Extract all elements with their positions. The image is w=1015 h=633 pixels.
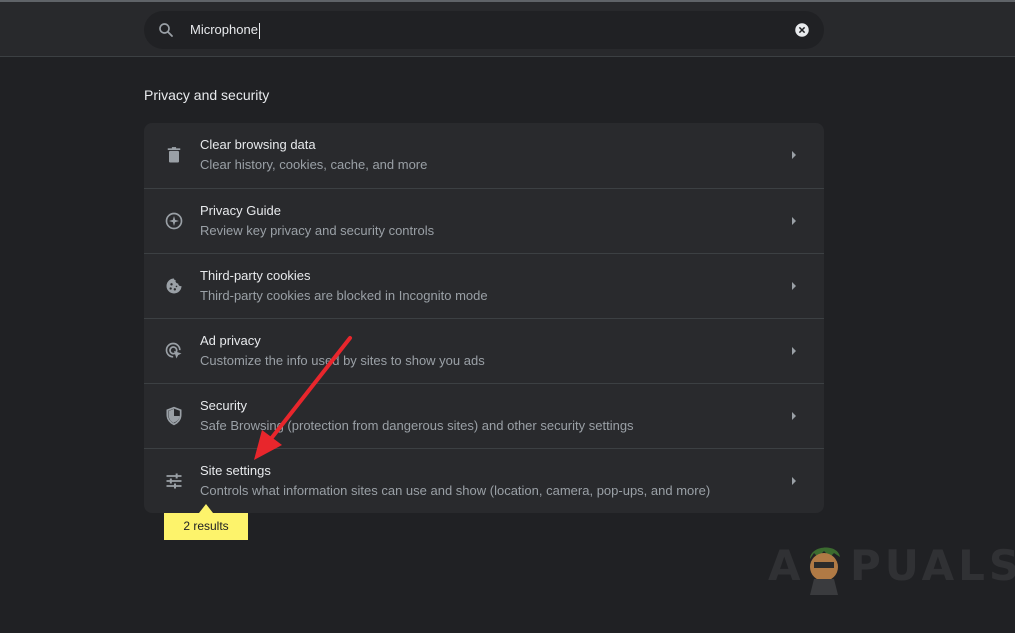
row-subtitle: Safe Browsing (protection from dangerous… [200,418,634,433]
trash-icon [167,147,181,163]
shield-icon [166,406,182,426]
row-title: Privacy Guide [200,203,281,218]
row-subtitle: Third-party cookies are blocked in Incog… [200,288,488,303]
chevron-right-icon [792,217,796,225]
chevron-right-icon [792,412,796,420]
chevron-right-icon [792,151,796,159]
row-title: Third-party cookies [200,268,311,283]
search-input-value: Microphone [190,22,258,37]
row-subtitle: Customize the info used by sites to show… [200,353,485,368]
watermark-mascot-icon [810,547,840,595]
watermark-letters-puals: PUALS [850,541,1015,590]
settings-row-privacy-guide[interactable]: Privacy Guide Review key privacy and sec… [144,188,824,253]
row-title: Ad privacy [200,333,261,348]
appuals-watermark-logo: A PUALS [760,535,1015,605]
text-caret [258,22,260,39]
search-icon [159,23,173,37]
ad-privacy-icon [165,342,182,359]
search-results-badge: 2 results [164,513,248,540]
window-top-border [0,0,1015,2]
chevron-right-icon [792,347,796,355]
search-input[interactable]: Microphone [190,11,260,49]
clear-search-icon[interactable] [793,21,811,39]
settings-search-box[interactable]: Microphone [144,11,824,49]
cookie-icon [166,278,182,294]
privacy-guide-icon [165,212,183,230]
privacy-security-card: Clear browsing data Clear history, cooki… [144,123,824,513]
settings-row-clear-browsing-data[interactable]: Clear browsing data Clear history, cooki… [144,123,824,188]
chevron-right-icon [792,477,796,485]
settings-page: Microphone Privacy and security Clear br… [0,0,1015,633]
section-title: Privacy and security [144,87,270,103]
row-subtitle: Review key privacy and security controls [200,223,435,238]
row-subtitle: Clear history, cookies, cache, and more [200,157,428,172]
settings-row-site-settings[interactable]: Site settings Controls what information … [144,448,824,513]
row-title: Clear browsing data [200,137,316,152]
results-badge-pointer [199,504,213,513]
chevron-right-icon [792,282,796,290]
sliders-icon [166,473,182,489]
row-subtitle: Controls what information sites can use … [200,483,711,498]
settings-toolbar: Microphone [0,0,1015,57]
settings-row-ad-privacy[interactable]: Ad privacy Customize the info used by si… [144,318,824,383]
row-title: Site settings [200,463,271,478]
settings-row-third-party-cookies[interactable]: Third-party cookies Third-party cookies … [144,253,824,318]
row-title: Security [200,398,247,413]
settings-row-security[interactable]: Security Safe Browsing (protection from … [144,383,824,448]
